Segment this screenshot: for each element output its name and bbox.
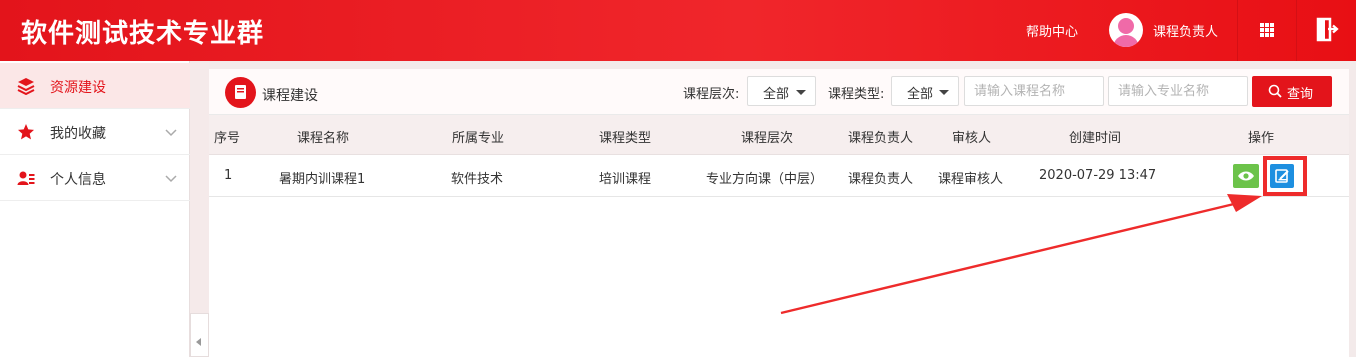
eye-icon [1238,171,1254,181]
caret-down-icon [939,90,949,95]
chevron-down-icon [165,175,177,183]
col-header: 审核人 [952,131,992,146]
view-button[interactable] [1233,164,1259,188]
caret-left-icon [196,338,201,346]
course-level-label: 课程层次: [683,87,740,102]
cell-major: 软件技术 [451,172,504,187]
logout-icon [1316,17,1339,42]
top-header: 软件测试技术专业群 帮助中心 课程负责人 [0,0,1356,61]
sidebar-item-resource[interactable]: 资源建设 [0,63,190,109]
search-icon [1268,84,1282,98]
help-center-link[interactable]: 帮助中心 [1026,21,1078,40]
main-content: 课程建设 课程层次: 全部 课程类型: 全部 查询 序号 [209,61,1356,357]
col-header: 所属专业 [452,131,505,146]
sidebar: 资源建设 我的收藏 个人信息 [0,61,190,357]
col-header: 创建时间 [1069,131,1122,146]
avatar[interactable] [1109,13,1143,47]
sidebar-item-label: 资源建设 [50,80,106,96]
sidebar-item-label: 个人信息 [50,172,106,188]
brand-title: 软件测试技术专业群 [21,19,265,49]
panel-header: 课程建设 课程层次: 全部 课程类型: 全部 查询 [209,69,1349,115]
table-header: 序号 课程名称 所属专业 课程类型 课程层次 课程负责人 审核人 创建时间 操作 [209,115,1349,155]
book-icon [225,77,256,108]
course-name-input[interactable] [964,76,1104,106]
course-level-value: 全部 [763,87,790,102]
sidebar-item-label: 我的收藏 [50,126,106,142]
page-title: 课程建设 [262,88,318,104]
sidebar-collapse-button[interactable] [190,313,209,357]
table-row: 1 暑期内训课程1 软件技术 培训课程 专业方向课（中层） 课程负责人 课程审核… [209,155,1349,197]
chevron-down-icon [165,129,177,137]
cell-created-time: 2020-07-29 13:47 [1039,168,1157,183]
cell-course-type: 培训课程 [599,172,652,187]
app-grid-button[interactable] [1238,0,1296,61]
logout-button[interactable] [1297,0,1356,61]
cell-course-name: 暑期内训课程1 [279,172,366,187]
query-label: 查询 [1287,87,1314,102]
highlight-box [1263,156,1307,196]
col-header: 课程层次 [741,131,794,146]
course-type-value: 全部 [907,87,934,102]
major-name-input[interactable] [1108,76,1248,106]
cell-course-level: 专业方向课（中层） [706,172,824,187]
col-header: 操作 [1248,131,1275,146]
layers-icon [17,78,35,95]
cell-reviewer: 课程审核人 [938,172,1004,187]
col-header: 课程负责人 [848,131,914,146]
col-header: 课程类型 [599,131,652,146]
user-name[interactable]: 课程负责人 [1153,21,1218,40]
query-button[interactable]: 查询 [1252,76,1332,107]
cell-index: 1 [224,168,233,183]
course-type-select[interactable]: 全部 [891,76,959,106]
user-card-icon [17,171,35,185]
col-header: 课程名称 [297,131,350,146]
course-level-select[interactable]: 全部 [747,76,816,106]
course-panel: 课程建设 课程层次: 全部 课程类型: 全部 查询 序号 [209,69,1349,357]
grid-icon [1260,23,1274,37]
cell-owner: 课程负责人 [848,172,914,187]
sidebar-item-profile[interactable]: 个人信息 [0,155,190,201]
caret-down-icon [796,90,806,95]
star-icon [18,124,34,140]
course-type-label: 课程类型: [828,87,885,102]
col-header: 序号 [214,131,241,146]
sidebar-item-favorites[interactable]: 我的收藏 [0,109,190,155]
